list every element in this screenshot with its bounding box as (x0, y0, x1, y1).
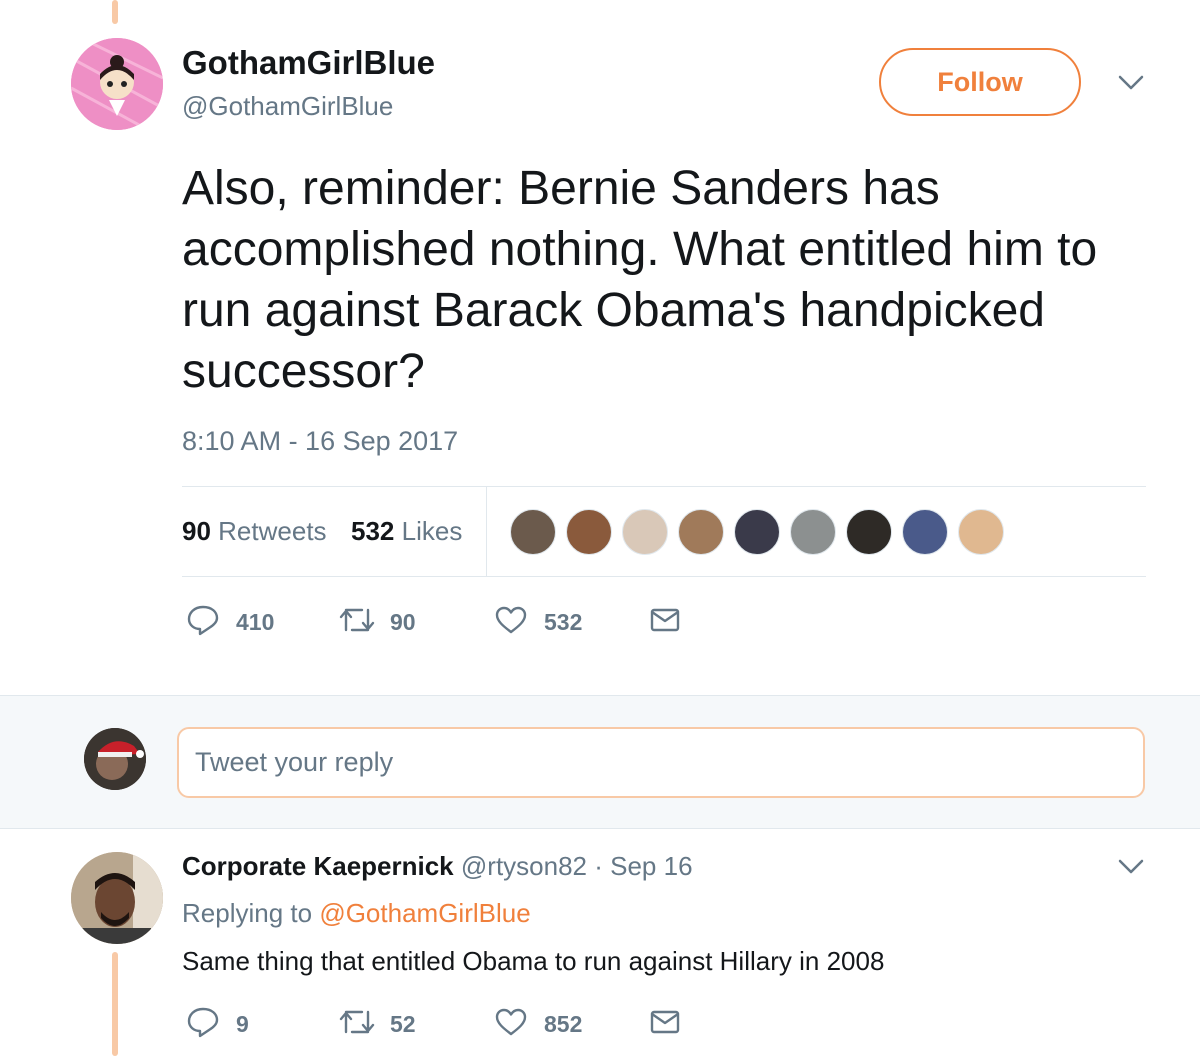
reply-count: 9 (236, 1011, 249, 1037)
thread-line (112, 0, 118, 24)
retweets-label: Retweets (218, 516, 327, 546)
author-handle[interactable]: @GothamGirlBlue (182, 91, 393, 122)
reply-header: Corporate Kaepernick @rtyson82 · Sep 16 (182, 851, 693, 882)
author-display-name[interactable]: GothamGirlBlue (182, 44, 435, 82)
likes-count: 532 (351, 516, 395, 546)
likes-label: Likes (401, 516, 463, 546)
retweet-icon (338, 1008, 376, 1041)
retweet-count: 52 (390, 1011, 416, 1037)
reply-count: 410 (236, 609, 275, 635)
retweets-count: 90 (182, 516, 211, 546)
reply-text: Same thing that entitled Obama to run ag… (182, 946, 885, 976)
replying-to-label: Replying to (182, 898, 313, 928)
reply-icon (186, 604, 220, 641)
message-action[interactable] (650, 1009, 680, 1040)
replying-to: Replying to @GothamGirlBlue (182, 898, 531, 929)
chevron-down-icon[interactable] (1114, 852, 1148, 882)
like-icon (494, 1007, 528, 1042)
stats-divider (486, 487, 487, 577)
follow-button[interactable]: Follow (879, 48, 1081, 116)
reply-input[interactable] (177, 727, 1145, 798)
tweet-text: Also, reminder: Bernie Sanders has accom… (182, 162, 1098, 398)
retweet-action[interactable]: 90 (338, 606, 416, 639)
reply-date[interactable]: · Sep 16 (594, 851, 692, 881)
retweet-action[interactable]: 52 (338, 1008, 416, 1041)
like-count: 852 (544, 1011, 583, 1037)
message-icon (650, 1009, 680, 1040)
chevron-down-icon[interactable] (1114, 68, 1148, 98)
likes-stat[interactable]: 532 Likes (351, 516, 462, 547)
tweet-timestamp[interactable]: 8:10 AM - 16 Sep 2017 (182, 426, 458, 457)
liker-avatars (510, 509, 1014, 555)
liker-avatar[interactable] (510, 509, 556, 555)
reply-author-handle[interactable]: @rtyson82 (461, 851, 587, 881)
tweet-stats: 90 Retweets 532 Likes (182, 486, 1146, 577)
reply-action[interactable]: 9 (186, 1006, 249, 1043)
liker-avatar[interactable] (902, 509, 948, 555)
like-count: 532 (544, 609, 583, 635)
liker-avatar[interactable] (790, 509, 836, 555)
retweet-icon (338, 606, 376, 639)
author-avatar[interactable] (71, 38, 163, 130)
retweet-count: 90 (390, 609, 416, 635)
like-action[interactable]: 532 (494, 605, 582, 640)
reply-composer (0, 695, 1200, 829)
thread-line (112, 952, 118, 1056)
liker-avatar[interactable] (734, 509, 780, 555)
liker-avatar[interactable] (846, 509, 892, 555)
like-action[interactable]: 852 (494, 1007, 582, 1042)
reply-author-name[interactable]: Corporate Kaepernick (182, 851, 454, 881)
current-user-avatar[interactable] (84, 728, 146, 790)
retweets-stat[interactable]: 90 Retweets (182, 516, 327, 547)
message-icon (650, 607, 680, 638)
reply-author-avatar[interactable] (71, 852, 163, 944)
liker-avatar[interactable] (958, 509, 1004, 555)
liker-avatar[interactable] (622, 509, 668, 555)
liker-avatar[interactable] (678, 509, 724, 555)
reply-icon (186, 1006, 220, 1043)
replying-to-mention[interactable]: @GothamGirlBlue (319, 898, 530, 928)
reply-action[interactable]: 410 (186, 604, 274, 641)
like-icon (494, 605, 528, 640)
message-action[interactable] (650, 607, 680, 638)
liker-avatar[interactable] (566, 509, 612, 555)
